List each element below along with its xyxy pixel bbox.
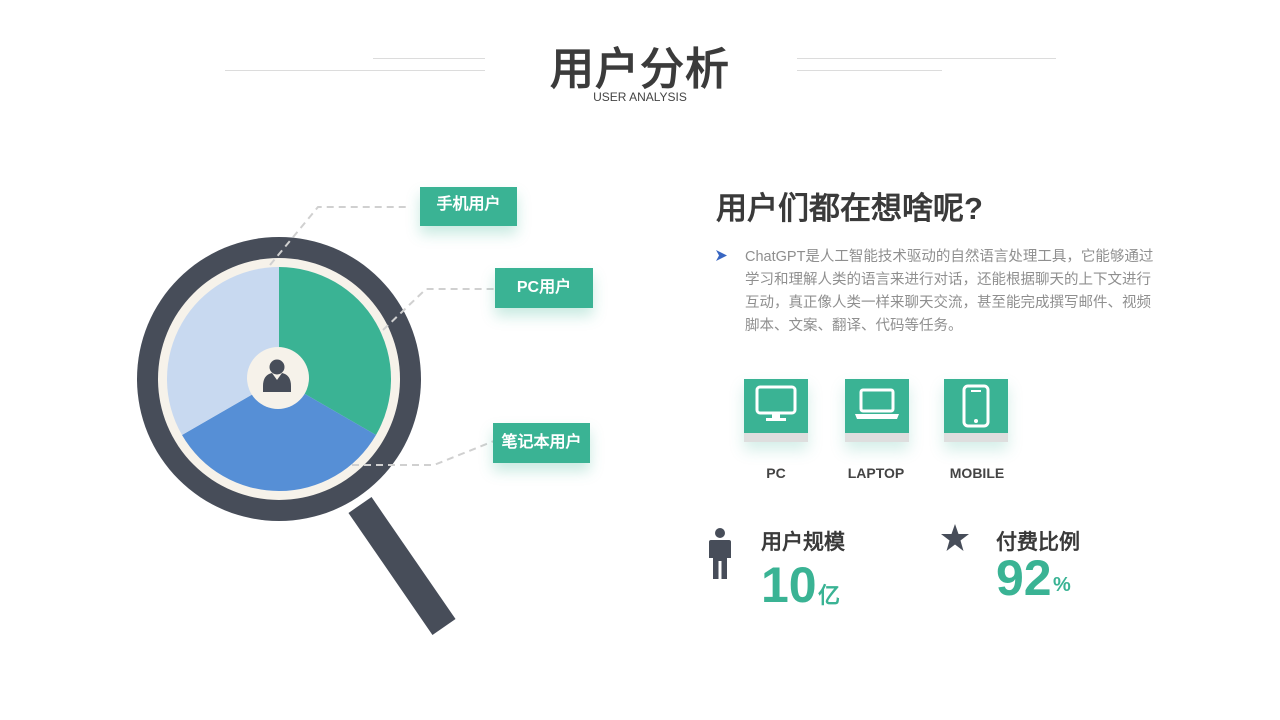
device-mobile-tile[interactable]	[944, 379, 1008, 442]
stat-user-scale-unit: 亿	[818, 583, 841, 608]
device-laptop-tile[interactable]	[845, 379, 909, 442]
device-pc-label: PC	[766, 465, 786, 481]
tag-pc-users[interactable]: PC用户	[495, 268, 593, 308]
mobile-icon	[962, 384, 990, 428]
star-icon	[941, 524, 969, 551]
stat-user-scale-label: 用户规模	[761, 531, 845, 554]
tag-mobile-users-label: 手机用户	[436, 196, 501, 213]
magnifier-pie-graphic	[137, 206, 496, 635]
device-pc-tile-base	[744, 433, 808, 442]
device-mobile-label: MOBILE	[949, 465, 1005, 481]
tag-pc-users-label: PC用户	[516, 279, 572, 296]
device-laptop-label: LAPTOP	[847, 465, 905, 481]
monitor-icon	[755, 385, 797, 421]
stat-paid-ratio-unit: %	[1053, 574, 1071, 596]
tag-mobile-users[interactable]: 手机用户	[420, 187, 517, 226]
magnifier-handle	[348, 497, 456, 635]
tag-notebook-users[interactable]: 笔记本用户	[493, 423, 590, 463]
person-icon	[709, 528, 731, 579]
device-mobile-tile-base	[944, 433, 1008, 442]
device-pc-tile[interactable]	[744, 379, 808, 442]
device-laptop-tile-base	[845, 433, 909, 442]
stat-user-scale-value: 10	[761, 557, 817, 613]
section-heading: 用户们都在想啥呢?	[716, 191, 983, 226]
description-paragraph: ChatGPT是人工智能技术驱动的自然语言处理工具，它能够通过学习和理解人类的语…	[745, 249, 1154, 334]
center-circle	[247, 347, 309, 409]
stat-paid-ratio-value: 92	[996, 550, 1052, 606]
tag-notebook-users-label: 笔记本用户	[501, 434, 582, 451]
arrow-bullet-icon	[716, 250, 727, 261]
laptop-icon	[855, 388, 899, 419]
